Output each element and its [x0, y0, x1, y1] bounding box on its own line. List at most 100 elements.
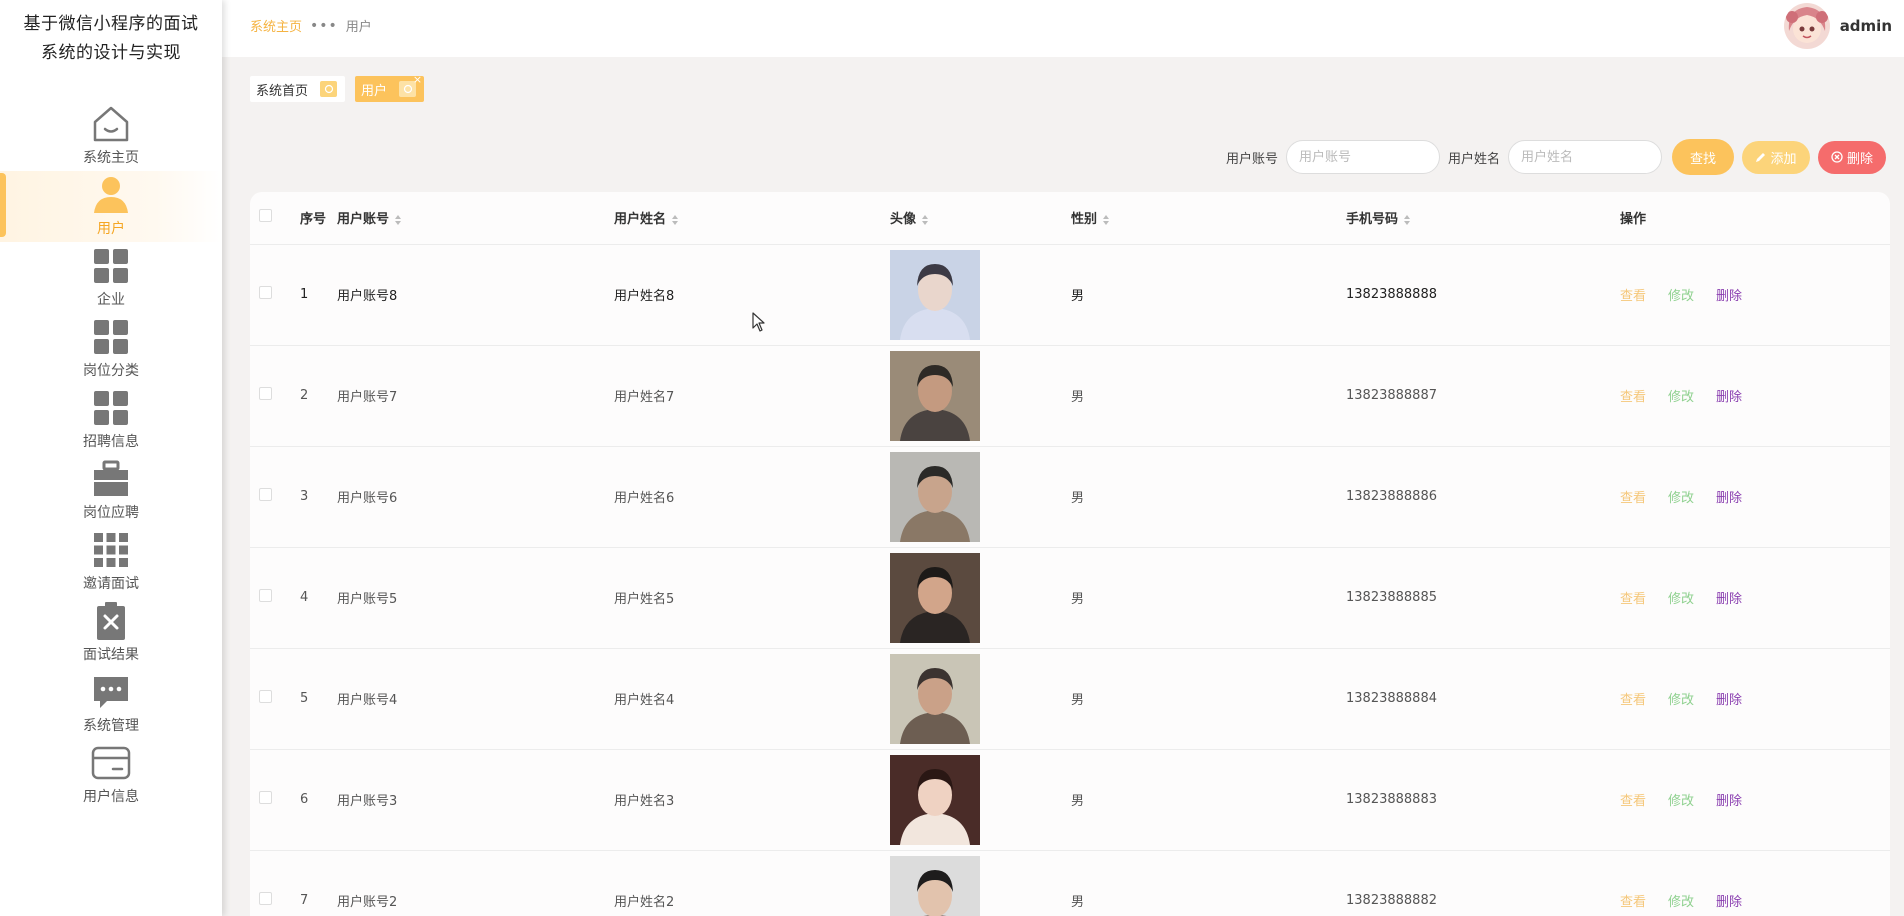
table-body: 1用户账号8用户姓名8男13823888888查看修改删除2用户账号7用户姓名7… — [250, 244, 1890, 916]
row-delete-button[interactable]: 删除 — [1716, 491, 1742, 506]
top-header: 系统主页 ••• 用户 admin — [222, 0, 1904, 57]
view-button[interactable]: 查看 — [1620, 592, 1646, 607]
home-icon — [91, 104, 131, 144]
cell-phone: 13823888885 — [1346, 547, 1620, 648]
col-avatar[interactable]: 头像 — [890, 192, 1071, 244]
row-delete-button[interactable]: 删除 — [1716, 289, 1742, 304]
row-checkbox[interactable] — [259, 690, 272, 703]
edit-button[interactable]: 修改 — [1668, 390, 1694, 405]
row-delete-button[interactable]: 删除 — [1716, 895, 1742, 910]
sidebar-item-label: 用户 — [97, 218, 125, 238]
sidebar-item-user-info[interactable]: 用户信息 — [0, 739, 222, 810]
edit-button[interactable]: 修改 — [1668, 289, 1694, 304]
view-button[interactable]: 查看 — [1620, 390, 1646, 405]
row-checkbox[interactable] — [259, 791, 272, 804]
col-name[interactable]: 用户姓名 — [614, 192, 890, 244]
sidebar-item-job-category[interactable]: 岗位分类 — [0, 313, 222, 384]
view-button[interactable]: 查看 — [1620, 693, 1646, 708]
edit-button[interactable]: 修改 — [1668, 491, 1694, 506]
edit-button[interactable]: 修改 — [1668, 794, 1694, 809]
user-avatar-image[interactable] — [890, 452, 980, 542]
table-row[interactable]: 3用户账号6用户姓名6男13823888886查看修改删除 — [250, 446, 1890, 547]
table-row[interactable]: 2用户账号7用户姓名7男13823888887查看修改删除 — [250, 345, 1890, 446]
account-search-input[interactable] — [1286, 140, 1440, 174]
col-account[interactable]: 用户账号 — [337, 192, 614, 244]
user-avatar-image[interactable] — [890, 553, 980, 643]
col-phone[interactable]: 手机号码 — [1346, 192, 1620, 244]
select-all-checkbox[interactable] — [259, 209, 272, 222]
cell-ops: 查看 修改 删除 — [1620, 648, 1890, 749]
row-delete-button[interactable]: 删除 — [1716, 693, 1742, 708]
col-phone-label: 手机号码 — [1346, 212, 1398, 227]
close-icon[interactable]: × — [413, 73, 422, 86]
sidebar-item-recruitment[interactable]: 招聘信息 — [0, 384, 222, 455]
tag-users[interactable]: 用户 × — [355, 76, 424, 102]
sidebar-item-application[interactable]: 岗位应聘 — [0, 455, 222, 526]
user-avatar-image[interactable] — [890, 351, 980, 441]
sidebar-item-system-admin[interactable]: 系统管理 — [0, 668, 222, 739]
sort-icon[interactable] — [395, 215, 401, 225]
cell-index: 1 — [300, 244, 337, 345]
row-checkbox[interactable] — [259, 286, 272, 299]
name-search-input[interactable] — [1508, 140, 1662, 174]
user-avatar-image[interactable] — [890, 856, 980, 916]
row-checkbox[interactable] — [259, 488, 272, 501]
sort-icon[interactable] — [1404, 215, 1410, 225]
tag-home[interactable]: 系统首页 — [250, 76, 345, 102]
cell-gender: 男 — [1071, 850, 1346, 916]
view-button[interactable]: 查看 — [1620, 895, 1646, 910]
table-row[interactable]: 5用户账号4用户姓名4男13823888884查看修改删除 — [250, 648, 1890, 749]
sidebar-item-invite-interview[interactable]: 邀请面试 — [0, 526, 222, 597]
edit-button[interactable]: 修改 — [1668, 693, 1694, 708]
avatar[interactable] — [1784, 3, 1830, 49]
edit-button[interactable]: 修改 — [1668, 592, 1694, 607]
close-circle-icon — [1831, 151, 1843, 163]
cell-ops: 查看 修改 删除 — [1620, 345, 1890, 446]
sidebar-item-label: 岗位分类 — [83, 360, 139, 380]
col-account-label: 用户账号 — [337, 212, 389, 227]
sort-icon[interactable] — [672, 215, 678, 225]
row-delete-button[interactable]: 删除 — [1716, 390, 1742, 405]
row-checkbox[interactable] — [259, 589, 272, 602]
cell-ops: 查看 修改 删除 — [1620, 749, 1890, 850]
cell-gender: 男 — [1071, 749, 1346, 850]
cell-avatar — [890, 749, 1071, 850]
user-avatar-image[interactable] — [890, 755, 980, 845]
cell-gender: 男 — [1071, 345, 1346, 446]
view-button[interactable]: 查看 — [1620, 289, 1646, 304]
row-checkbox[interactable] — [259, 387, 272, 400]
row-delete-button[interactable]: 删除 — [1716, 592, 1742, 607]
user-avatar-image[interactable] — [890, 250, 980, 340]
view-button[interactable]: 查看 — [1620, 794, 1646, 809]
edit-button[interactable]: 修改 — [1668, 895, 1694, 910]
user-menu[interactable]: admin — [1784, 3, 1892, 49]
search-button[interactable]: 查找 — [1672, 139, 1734, 175]
view-button[interactable]: 查看 — [1620, 491, 1646, 506]
table-row[interactable]: 7用户账号2用户姓名2男13823888882查看修改删除 — [250, 850, 1890, 916]
sidebar-menu: 系统主页 用户 企业 岗位分类 招聘信息 — [0, 100, 222, 810]
cell-gender: 男 — [1071, 244, 1346, 345]
cell-gender: 男 — [1071, 446, 1346, 547]
sort-icon[interactable] — [922, 215, 928, 225]
sidebar-item-users[interactable]: 用户 — [0, 171, 222, 242]
cell-index: 7 — [300, 850, 337, 916]
table-row[interactable]: 4用户账号5用户姓名5男13823888885查看修改删除 — [250, 547, 1890, 648]
account-label: 用户账号 — [1226, 148, 1278, 167]
table-row[interactable]: 6用户账号3用户姓名3男13823888883查看修改删除 — [250, 749, 1890, 850]
tag-refresh-icon[interactable] — [320, 81, 337, 97]
cell-index: 6 — [300, 749, 337, 850]
row-checkbox[interactable] — [259, 892, 272, 905]
user-avatar-image[interactable] — [890, 654, 980, 744]
breadcrumb-home-link[interactable]: 系统主页 — [250, 16, 302, 35]
sidebar-item-interview-result[interactable]: 面试结果 — [0, 597, 222, 668]
sidebar-item-home[interactable]: 系统主页 — [0, 100, 222, 171]
row-delete-button[interactable]: 删除 — [1716, 794, 1742, 809]
col-gender[interactable]: 性别 — [1071, 192, 1346, 244]
table-row[interactable]: 1用户账号8用户姓名8男13823888888查看修改删除 — [250, 244, 1890, 345]
col-avatar-label: 头像 — [890, 212, 916, 227]
add-button[interactable]: 添加 — [1742, 141, 1810, 174]
delete-button[interactable]: 删除 — [1818, 141, 1886, 174]
sidebar-item-enterprise[interactable]: 企业 — [0, 242, 222, 313]
username[interactable]: admin — [1840, 17, 1892, 35]
sort-icon[interactable] — [1103, 215, 1109, 225]
